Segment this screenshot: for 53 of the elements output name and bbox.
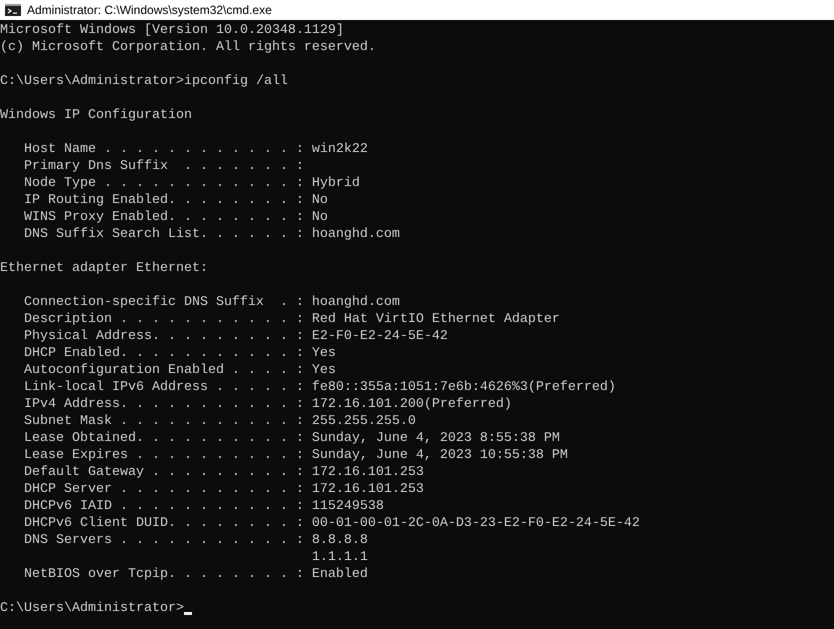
entry-label: Node Type . . . . . . . . . . . . : (24, 176, 304, 191)
entry-value: Hybrid (312, 175, 360, 192)
console-line: C:\Users\Administrator>ipconfig /all (0, 74, 288, 89)
entry-label: IPv4 Address. . . . . . . . . . . : (24, 397, 304, 412)
entry-label: Lease Expires . . . . . . . . . . : (24, 448, 304, 463)
entry-value: fe80::355a:1051:7e6b:4626%3(Preferred) (312, 379, 616, 396)
entry-value: 115249538 (312, 498, 384, 515)
entry-value: Sunday, June 4, 2023 8:55:38 PM (312, 430, 560, 447)
entry-label: WINS Proxy Enabled. . . . . . . . : (24, 210, 304, 225)
entry-label: Default Gateway . . . . . . . . . : (24, 465, 304, 480)
entry-label: Subnet Mask . . . . . . . . . . . : (24, 414, 304, 429)
entry-label: Description . . . . . . . . . . . : (24, 312, 304, 327)
entry-value: 172.16.101.253 (312, 481, 424, 498)
entry-label: IP Routing Enabled. . . . . . . . : (24, 193, 304, 208)
entry-label: Physical Address. . . . . . . . . : (24, 329, 304, 344)
console-line: Microsoft Windows [Version 10.0.20348.1129] (0, 23, 344, 38)
entry-value: 172.16.101.200(Preferred) (312, 396, 512, 413)
entry-label: Host Name . . . . . . . . . . . . : (24, 142, 304, 157)
entry-value: Red Hat VirtIO Ethernet Adapter (312, 311, 560, 328)
console-line: (c) Microsoft Corporation. All rights reserved. (0, 40, 376, 55)
entry-label: Primary Dns Suffix . . . . . . . : (24, 159, 304, 174)
entry-value: 255.255.255.0 (312, 413, 416, 430)
entry-label: NetBIOS over Tcpip. . . . . . . . : (24, 567, 304, 582)
entry-label: DHCP Enabled. . . . . . . . . . . : (24, 346, 304, 361)
console-line: Ethernet adapter Ethernet: (0, 261, 208, 276)
entry-label: Autoconfiguration Enabled . . . . : (24, 363, 304, 378)
entry-label: DHCPv6 IAID . . . . . . . . . . . : (24, 499, 304, 514)
entry-label: DNS Suffix Search List. . . . . . : (24, 227, 304, 242)
entry-label: Connection-specific DNS Suffix . : (24, 295, 304, 310)
entry-value: win2k22 (312, 141, 368, 158)
entry-label: Lease Obtained. . . . . . . . . . : (24, 431, 304, 446)
console-icon (5, 4, 21, 16)
command-prompt: C:\Users\Administrator> (0, 600, 184, 617)
entry-value: 8.8.8.8 (312, 532, 368, 549)
entry-value: No (312, 209, 328, 226)
entry-value: 172.16.101.253 (312, 464, 424, 481)
entry-value: Sunday, June 4, 2023 10:55:38 PM (312, 447, 568, 464)
console-line: Windows IP Configuration (0, 108, 192, 123)
entry-value: No (312, 192, 328, 209)
entry-value: hoanghd.com (312, 294, 400, 311)
entry-value: 00-01-00-01-2C-0A-D3-23-E2-F0-E2-24-5E-42 (312, 515, 640, 532)
entry-value: Yes (312, 345, 336, 362)
window-title: Administrator: C:\Windows\system32\cmd.exe (27, 3, 272, 17)
entry-label: DHCP Server . . . . . . . . . . . : (24, 482, 304, 497)
entry-value: Yes (312, 362, 336, 379)
entry-value: E2-F0-E2-24-5E-42 (312, 328, 448, 345)
entry-label: Link-local IPv6 Address . . . . . : (24, 380, 304, 395)
entry-value: Enabled (312, 566, 368, 583)
text-cursor (184, 612, 192, 615)
entry-label: DNS Servers . . . . . . . . . . . : (24, 533, 304, 548)
entry-value: 1.1.1.1 (312, 549, 368, 566)
entry-label: DHCPv6 Client DUID. . . . . . . . : (24, 516, 304, 531)
entry-value: hoanghd.com (312, 226, 400, 243)
